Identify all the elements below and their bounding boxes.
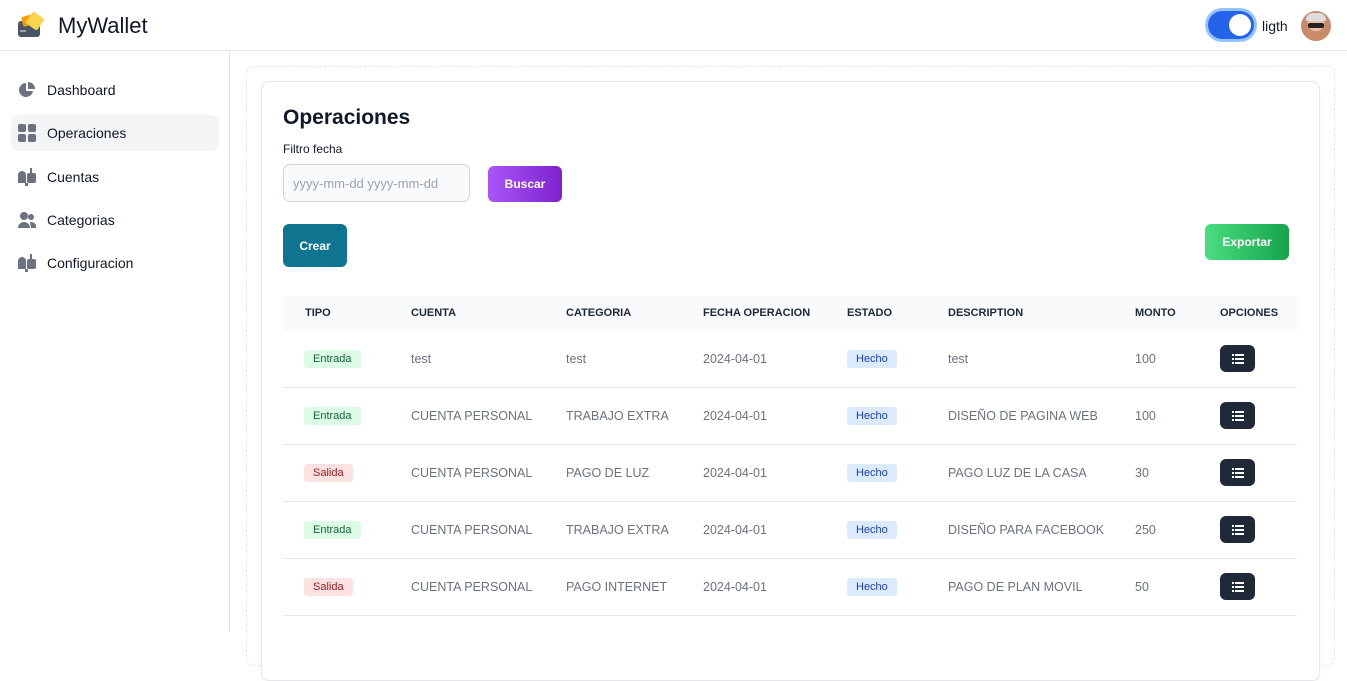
top-bar: MyWallet ligth	[0, 0, 1347, 51]
column-header: TIPO	[305, 307, 331, 319]
export-button[interactable]: Exportar	[1205, 224, 1289, 260]
amount-cell: 250	[1135, 523, 1156, 537]
amount-cell: 100	[1135, 409, 1156, 423]
table-row: Entrada test test 2024-04-01 Hecho test 100	[283, 331, 1297, 388]
wallet-logo-icon	[18, 12, 44, 37]
sidebar-item-cuentas[interactable]: Cuentas	[11, 159, 219, 195]
status-badge: Hecho	[847, 578, 897, 596]
app-title: MyWallet	[58, 13, 148, 38]
sidebar-item-label: Dashboard	[47, 82, 116, 98]
amount-cell: 30	[1135, 466, 1149, 480]
table-row: Salida CUENTA PERSONAL PAGO DE LUZ 2024-04-…	[283, 445, 1297, 502]
theme-label: ligth	[1262, 18, 1288, 34]
mailbox-icon	[18, 254, 36, 272]
category-cell: test	[566, 352, 587, 366]
page-title: Operaciones	[283, 106, 411, 129]
pie-chart-icon	[18, 81, 36, 99]
sidebar: Dashboard Operaciones Cuentas Categorias…	[0, 51, 230, 632]
column-header: OPCIONES	[1220, 307, 1279, 319]
sidebar-item-label: Cuentas	[47, 169, 100, 185]
description-cell: test	[948, 352, 969, 366]
list-icon	[1231, 410, 1244, 421]
description-cell: PAGO LUZ DE LA CASA	[948, 466, 1087, 480]
account-cell: CUENTA PERSONAL	[411, 523, 533, 537]
date-cell: 2024-04-01	[703, 523, 767, 537]
list-icon	[1231, 467, 1244, 478]
options-button[interactable]	[1220, 345, 1255, 372]
table-row: Entrada CUENTA PERSONAL TRABAJO EXTRA 2024-…	[283, 502, 1297, 559]
category-cell: TRABAJO EXTRA	[566, 523, 669, 537]
list-icon	[1231, 581, 1244, 592]
status-badge: Hecho	[847, 350, 897, 368]
category-cell: PAGO DE LUZ	[566, 466, 650, 480]
description-cell: DISEÑO PARA FACEBOOK	[948, 523, 1105, 537]
sidebar-item-dashboard[interactable]: Dashboard	[11, 72, 219, 108]
table-row: Entrada CUENTA PERSONAL TRABAJO EXTRA 2024-…	[283, 388, 1297, 445]
sidebar-item-categorias[interactable]: Categorias	[11, 202, 219, 238]
column-header: CATEGORIA	[566, 307, 632, 319]
sidebar-item-operaciones[interactable]: Operaciones	[11, 115, 219, 151]
amount-cell: 100	[1135, 352, 1156, 366]
account-cell: CUENTA PERSONAL	[411, 580, 533, 594]
date-cell: 2024-04-01	[703, 580, 767, 594]
account-cell: CUENTA PERSONAL	[411, 409, 533, 423]
users-icon	[18, 211, 36, 229]
table-row: Salida CUENTA PERSONAL PAGO INTERNET 2024-0…	[283, 559, 1297, 616]
category-cell: PAGO INTERNET	[566, 580, 668, 594]
type-badge: Entrada	[304, 350, 361, 368]
avatar[interactable]	[1301, 11, 1331, 41]
create-button[interactable]: Crear	[283, 224, 347, 267]
list-icon	[1231, 353, 1244, 364]
grid-icon	[18, 124, 36, 142]
type-badge: Entrada	[304, 521, 361, 539]
date-filter-label: Filtro fecha	[283, 142, 343, 156]
status-badge: Hecho	[847, 407, 897, 425]
date-cell: 2024-04-01	[703, 352, 767, 366]
account-cell: CUENTA PERSONAL	[411, 466, 533, 480]
mailbox-icon	[18, 168, 36, 186]
options-button[interactable]	[1220, 402, 1255, 429]
description-cell: PAGO DE PLAN MOVIL	[948, 580, 1083, 594]
amount-cell: 50	[1135, 580, 1149, 594]
column-header: DESCRIPTION	[948, 307, 1024, 319]
column-header: FECHA OPERACION	[703, 307, 811, 319]
description-cell: DISEÑO DE PAGINA WEB	[948, 409, 1098, 423]
options-button[interactable]	[1220, 573, 1255, 600]
sidebar-item-label: Categorias	[47, 212, 115, 228]
column-header: MONTO	[1135, 307, 1176, 319]
date-cell: 2024-04-01	[703, 409, 767, 423]
column-header: CUENTA	[411, 307, 457, 319]
type-badge: Salida	[304, 464, 353, 482]
status-badge: Hecho	[847, 521, 897, 539]
list-icon	[1231, 524, 1244, 535]
sidebar-item-configuracion[interactable]: Configuracion	[11, 245, 219, 281]
search-button[interactable]: Buscar	[488, 166, 562, 202]
column-header: ESTADO	[847, 307, 893, 319]
sidebar-item-label: Operaciones	[47, 125, 127, 141]
date-cell: 2024-04-01	[703, 466, 767, 480]
theme-toggle[interactable]	[1208, 11, 1254, 39]
options-button[interactable]	[1220, 459, 1255, 486]
date-range-input[interactable]: yyyy-mm-dd yyyy-mm-dd	[283, 164, 470, 202]
category-cell: TRABAJO EXTRA	[566, 409, 669, 423]
sidebar-item-label: Configuracion	[47, 255, 134, 271]
status-badge: Hecho	[847, 464, 897, 482]
table-header: TIPO CUENTA CATEGORIA FECHA OPERACION ESTADO…	[283, 296, 1297, 331]
type-badge: Entrada	[304, 407, 361, 425]
type-badge: Salida	[304, 578, 353, 596]
options-button[interactable]	[1220, 516, 1255, 543]
account-cell: test	[411, 352, 432, 366]
